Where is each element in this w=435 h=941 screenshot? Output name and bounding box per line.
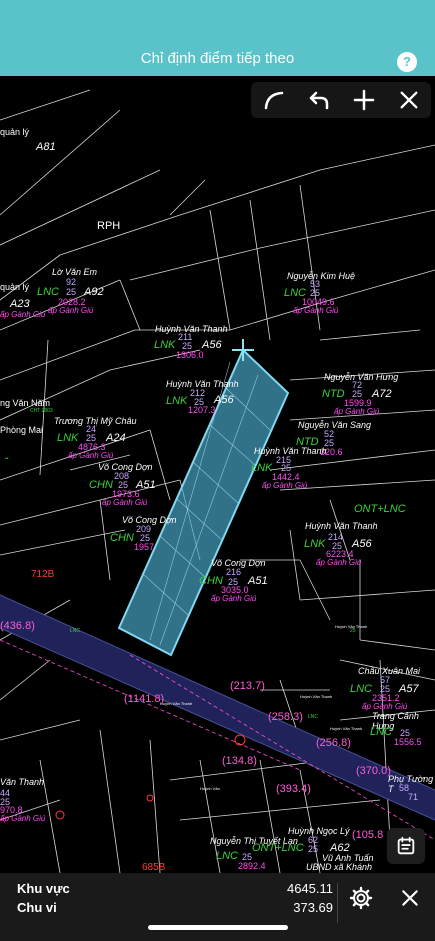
measurement-panel: Khu vực 4645.11 Chu vi 373.69 (0, 873, 435, 941)
perimeter-value: 373.69 (293, 900, 333, 915)
area-label-text: Khu vực (17, 881, 70, 896)
header-bar: Chỉ định điểm tiếp theo ? (0, 0, 435, 76)
undo-icon (309, 91, 328, 110)
notes-button[interactable] (387, 828, 425, 864)
undo-button[interactable] (301, 83, 337, 117)
area-value: 4645.11 (286, 881, 333, 896)
page-title: Chỉ định điểm tiếp theo (140, 50, 295, 67)
settings-button[interactable] (346, 883, 376, 913)
map-labels (0, 76, 435, 873)
help-button[interactable]: ? (397, 52, 417, 72)
gear-icon (349, 886, 373, 910)
add-point-button[interactable] (346, 83, 382, 117)
add-point-icon (353, 89, 374, 111)
curve-tool-button[interactable] (256, 83, 292, 117)
divider (337, 883, 338, 923)
close-icon (400, 91, 417, 109)
cancel-drawing-button[interactable] (391, 83, 427, 117)
home-indicator[interactable] (148, 925, 288, 930)
close-icon (402, 890, 418, 906)
perimeter-label-text: Chu vi (17, 900, 57, 915)
close-measure-button[interactable] (395, 883, 425, 913)
notes-icon (397, 836, 415, 855)
cadastral-map[interactable]: CHT 2803 •• LNC 25 LNC Huỳnh Văn Thanh H… (0, 76, 435, 873)
curve-tool-icon (264, 91, 283, 110)
drawing-toolbar (251, 82, 431, 118)
